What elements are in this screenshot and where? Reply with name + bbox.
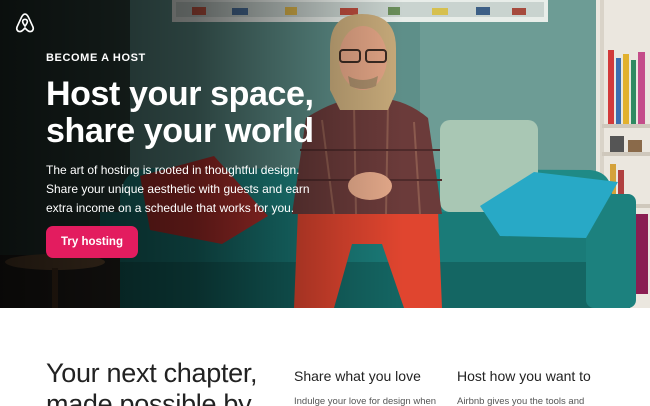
hero-title-line: Host your space, <box>46 75 314 113</box>
hero-description: The art of hosting is rooted in thoughtf… <box>46 161 316 218</box>
hero-title-line: share your world <box>46 112 314 150</box>
section-heading-line: made possible by <box>46 389 252 406</box>
benefit-column-host: Host how you want to Airbnb gives you th… <box>457 368 607 406</box>
benefit-text: Airbnb gives you the tools and <box>457 396 585 406</box>
airbnb-logo-icon[interactable] <box>14 12 36 34</box>
hero-description-line: The art of hosting is rooted in thoughtf… <box>46 163 300 177</box>
hero-banner: BECOME A HOST Host your space, share you… <box>0 0 650 308</box>
section-heading-line: Your next chapter, <box>46 358 258 388</box>
benefit-title: Share what you love <box>294 368 421 384</box>
hero-description-line: Share your unique aesthetic with guests … <box>46 182 310 196</box>
try-hosting-button[interactable]: Try hosting <box>46 226 138 258</box>
benefit-title: Host how you want to <box>457 368 591 384</box>
benefit-text: Indulge your love for design when <box>294 396 437 406</box>
hero-gradient-overlay <box>0 0 650 308</box>
hero-description-line: extra income on a schedule that works fo… <box>46 201 295 215</box>
hero-title: Host your space, share your world <box>46 76 346 150</box>
benefit-column-share: Share what you love Indulge your love fo… <box>294 368 444 406</box>
section-heading: Your next chapter, made possible by <box>46 358 258 406</box>
host-benefits-section: Your next chapter, made possible by Shar… <box>0 308 650 406</box>
hero-eyebrow: BECOME A HOST <box>46 52 146 64</box>
